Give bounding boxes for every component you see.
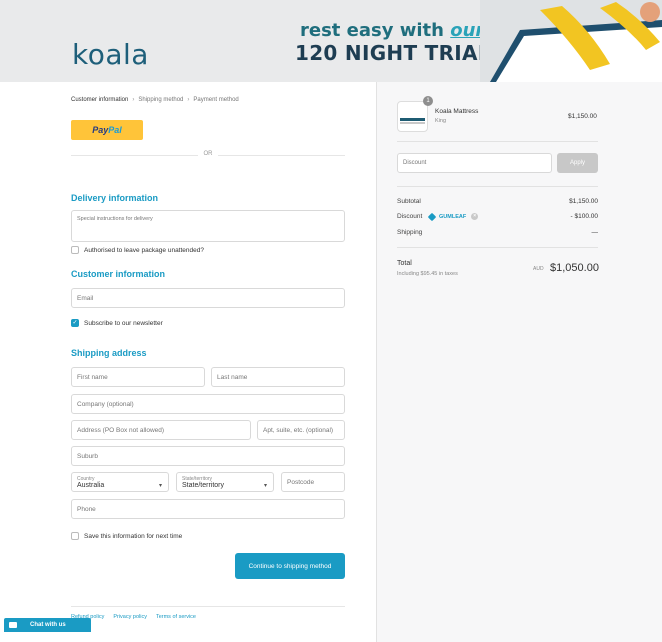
breadcrumb: Customer information › Shipping method › Pay… [71,97,239,103]
delivery-heading: Delivery information [71,193,159,203]
chevron-right-icon: › [187,97,190,103]
phone-field[interactable]: Phone [71,499,345,519]
unattended-checkbox[interactable] [71,246,79,254]
address-placeholder: Address (PO Box not allowed) [77,426,165,434]
breadcrumb-shipping-method[interactable]: Shipping method [138,97,183,103]
save-info-label: Save this information for next time [84,533,183,540]
email-placeholder: Email [77,294,94,302]
continue-to-shipping-button[interactable]: Continue to shipping method [235,553,345,579]
mattress-icon [400,118,425,121]
discount-input[interactable]: Discount [397,153,552,173]
subtotal-value: $1,150.00 [569,198,598,205]
promo-trial: 120 NIGHT TRIAL [295,41,491,65]
discount-label: Discount [397,213,423,220]
state-select[interactable]: State/territory State/territory ▾ [176,472,274,492]
chevron-down-icon: ▾ [263,483,267,489]
quantity-badge: 1 [423,96,433,106]
state-value: State/territory [182,481,225,489]
discount-tag: GUMLEAF × [427,212,479,221]
footer-divider [71,606,345,607]
total-value: $1,050.00 [550,262,599,274]
apply-discount-button[interactable]: Apply [557,153,598,173]
shipping-heading: Shipping address [71,348,147,358]
header-banner: koala rest easy with our 120 NIGHT TRIAL [0,0,662,82]
country-value: Australia [77,481,105,489]
terms-of-service-link[interactable]: Terms of service [156,614,196,620]
promo-text: rest easy with [300,20,444,41]
shipping-label: Shipping [397,229,423,236]
postcode-field[interactable]: Postcode [281,472,345,492]
chevron-right-icon: › [132,97,135,103]
breadcrumb-payment-method[interactable]: Payment method [193,97,238,103]
product-thumbnail [397,101,428,132]
apartment-field[interactable]: Apt, suite, etc. (optional) [257,420,345,440]
customer-heading: Customer information [71,269,166,279]
product-variant: King [435,118,447,124]
discount-code: GUMLEAF [439,213,467,220]
chat-label: Chat with us [30,622,66,628]
first-name-field[interactable]: First name [71,367,205,387]
total-label: Total [397,260,412,267]
summary-divider [397,247,598,248]
remove-discount-icon[interactable]: × [471,213,479,220]
subtotal-label: Subtotal [397,198,421,205]
paypal-button[interactable]: Pay Pal [71,120,143,140]
address-field[interactable]: Address (PO Box not allowed) [71,420,251,440]
paypal-logo-pal: Pal [108,125,122,135]
phone-placeholder: Phone [77,505,96,513]
newsletter-checkbox[interactable]: ✓ [71,319,79,327]
tag-icon [427,212,437,221]
mattress-base-icon [400,122,425,124]
product-name: Koala Mattress [435,108,479,115]
mattress-image [480,0,662,82]
postcode-placeholder: Postcode [287,478,315,486]
chevron-down-icon: ▾ [158,483,162,489]
apartment-placeholder: Apt, suite, etc. (optional) [263,426,334,434]
discount-value: - $100.00 [570,213,598,220]
company-field[interactable]: Company (optional) [71,394,345,414]
email-field[interactable]: Email [71,288,345,308]
unattended-label: Authorised to leave package unattended? [84,247,204,254]
total-currency: AUD [533,266,544,272]
summary-divider [397,186,598,187]
delivery-instructions-placeholder: Special instructions for delivery [77,216,153,222]
total-tax: Including $95.45 in taxes [397,271,458,277]
chat-with-us-button[interactable]: Chat with us [4,618,91,632]
koala-logo[interactable]: koala [72,38,149,71]
suburb-placeholder: Suburb [77,452,98,460]
paypal-logo-pay: Pay [92,125,109,135]
first-name-placeholder: First name [77,373,108,381]
shipping-value: — [591,229,599,236]
last-name-field[interactable]: Last name [211,367,345,387]
product-price: $1,150.00 [568,113,597,120]
company-placeholder: Company (optional) [77,400,134,408]
discount-placeholder: Discount [403,160,427,166]
summary-divider [397,141,598,142]
delivery-instructions-field[interactable]: Special instructions for delivery [71,210,345,242]
footer-links: Refund policy Privacy policy Terms of serv… [71,614,205,620]
promo-headline: rest easy with our [300,20,484,41]
last-name-placeholder: Last name [217,373,248,381]
envelope-icon [9,622,17,628]
or-label: OR [198,151,218,157]
country-select[interactable]: Country Australia ▾ [71,472,169,492]
save-info-checkbox[interactable] [71,532,79,540]
privacy-policy-link[interactable]: Privacy policy [113,614,147,620]
suburb-field[interactable]: Suburb [71,446,345,466]
check-icon: ✓ [72,320,78,326]
newsletter-label: Subscribe to our newsletter [84,320,163,327]
breadcrumb-customer-information[interactable]: Customer information [71,97,128,103]
